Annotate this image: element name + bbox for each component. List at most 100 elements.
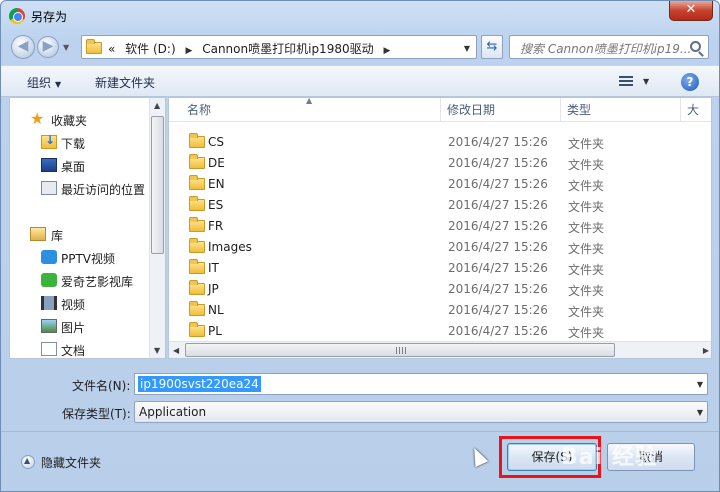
filename-value: ip1900svst220ea24: [138, 376, 261, 392]
recent-pages-dropdown-icon[interactable]: ▼: [63, 43, 69, 52]
table-row[interactable]: JP 2016/4/27 15:26 文件夹: [169, 278, 711, 299]
breadcrumb: « 软件 (D:) ▶ Cannon喷墨打印机ip1980驱动 ▶: [108, 40, 396, 57]
file-type: 文件夹: [568, 137, 605, 151]
star-icon: ★: [30, 109, 45, 128]
search-icon[interactable]: [690, 41, 701, 52]
sidebar-item-label: PPTV视频: [61, 252, 116, 266]
file-type: 文件夹: [568, 221, 605, 235]
file-date: 2016/4/27 15:26: [448, 324, 548, 338]
column-date-modified[interactable]: 修改日期: [441, 98, 561, 122]
footer-divider: [1, 431, 719, 432]
title-bar[interactable]: 另存为 ✕: [1, 1, 719, 31]
file-date: 2016/4/27 15:26: [448, 177, 548, 191]
filetype-label: 保存类型(T):: [62, 407, 131, 421]
breadcrumb-folder[interactable]: Cannon喷墨打印机ip1980驱动: [202, 42, 373, 56]
watermark: Bai 经验: [561, 445, 658, 470]
scrollbar-thumb[interactable]: [185, 343, 615, 357]
new-folder-button[interactable]: 新建文件夹: [95, 74, 155, 91]
view-dropdown-icon[interactable]: ▼: [643, 77, 649, 86]
table-row[interactable]: Images 2016/4/27 15:26 文件夹: [169, 236, 711, 257]
folder-icon: [189, 238, 205, 253]
table-row[interactable]: FR 2016/4/27 15:26 文件夹: [169, 215, 711, 236]
refresh-icon: ⇆: [486, 39, 498, 54]
sidebar-item-label: 视频: [61, 298, 86, 312]
file-name: CS: [208, 135, 224, 149]
help-icon[interactable]: ?: [681, 73, 699, 91]
documents-icon: [41, 342, 57, 356]
file-date: 2016/4/27 15:26: [448, 261, 548, 275]
table-row[interactable]: PL 2016/4/27 15:26 文件夹: [169, 320, 711, 341]
sidebar-item-label: 桌面: [61, 160, 86, 174]
file-type: 文件夹: [568, 305, 605, 319]
table-row[interactable]: NL 2016/4/27 15:26 文件夹: [169, 299, 711, 320]
scrollbar-thumb[interactable]: [151, 116, 164, 254]
search-placeholder: 搜索 Cannon喷墨打印机ip19...: [520, 42, 692, 56]
forward-button[interactable]: ▶: [37, 36, 59, 58]
table-row[interactable]: ES 2016/4/27 15:26 文件夹: [169, 194, 711, 215]
search-input[interactable]: 搜索 Cannon喷墨打印机ip19...: [509, 35, 709, 59]
file-date: 2016/4/27 15:26: [448, 219, 548, 233]
file-name: IT: [208, 261, 219, 275]
table-row[interactable]: CS 2016/4/27 15:26 文件夹: [169, 131, 711, 152]
file-type: 文件夹: [568, 326, 605, 340]
table-row[interactable]: IT 2016/4/27 15:26 文件夹: [169, 257, 711, 278]
organize-menu[interactable]: 组织 ▼: [27, 74, 61, 91]
scroll-right-icon[interactable]: ▶: [703, 346, 709, 355]
column-size[interactable]: 大: [681, 98, 711, 122]
file-name: JP: [208, 282, 219, 296]
sidebar-item-label: 最近访问的位置: [61, 183, 146, 197]
pictures-icon: [41, 319, 57, 333]
file-date: 2016/4/27 15:26: [448, 198, 548, 212]
back-button[interactable]: ◀: [11, 35, 35, 59]
refresh-button[interactable]: ⇆: [481, 35, 503, 59]
folder-icon: [189, 322, 205, 337]
breadcrumb-separator-icon[interactable]: ▶: [383, 46, 390, 56]
chevron-down-icon: ▼: [55, 80, 62, 89]
scroll-up-icon[interactable]: ▲: [154, 101, 160, 110]
filename-field[interactable]: ip1900svst220ea24 ▼: [134, 373, 708, 395]
scroll-left-icon[interactable]: ◀: [173, 346, 179, 355]
column-type[interactable]: 类型: [561, 98, 681, 122]
column-name[interactable]: 名称: [181, 98, 441, 122]
file-type: 文件夹: [568, 242, 605, 256]
file-date: 2016/4/27 15:26: [448, 240, 548, 254]
file-date: 2016/4/27 15:26: [448, 282, 548, 296]
file-name: DE: [208, 156, 225, 170]
address-dropdown-icon[interactable]: ▼: [464, 44, 470, 53]
command-toolbar: 组织 ▼ 新建文件夹 ▼ ?: [1, 65, 719, 97]
file-type: 文件夹: [568, 263, 605, 277]
file-type: 文件夹: [568, 179, 605, 193]
pptv-icon: [41, 250, 57, 264]
sidebar-libraries-label: 库: [51, 229, 64, 243]
horizontal-scrollbar[interactable]: ◀ ▶: [169, 341, 711, 358]
navigation-pane-scrollbar[interactable]: ▲ ▼: [149, 97, 166, 359]
file-date: 2016/4/27 15:26: [448, 135, 548, 149]
scroll-down-icon[interactable]: ▼: [154, 346, 160, 355]
file-name: EN: [208, 177, 225, 191]
download-folder-icon: [41, 133, 57, 149]
file-type: 文件夹: [568, 284, 605, 298]
breadcrumb-separator-icon[interactable]: ▶: [185, 46, 192, 56]
close-button[interactable]: ✕: [669, 1, 713, 21]
table-row[interactable]: EN 2016/4/27 15:26 文件夹: [169, 173, 711, 194]
window-title: 另存为: [31, 10, 68, 24]
breadcrumb-drive[interactable]: 软件 (D:): [125, 42, 175, 56]
chrome-icon: [9, 8, 25, 24]
filetype-select[interactable]: Application ▼: [134, 401, 708, 423]
table-row[interactable]: DE 2016/4/27 15:26 文件夹: [169, 152, 711, 173]
file-name: NL: [208, 303, 224, 317]
folder-icon: [189, 133, 205, 148]
folder-icon: [189, 280, 205, 295]
filename-dropdown-icon[interactable]: ▼: [697, 380, 703, 389]
breadcrumb-overflow[interactable]: «: [108, 42, 115, 56]
navigation-pane: ★ 收藏夹 下载 桌面 最近访问的位置 库 PPTV视频 爱奇艺影视库: [9, 97, 165, 359]
filename-label: 文件名(N):: [72, 379, 131, 393]
address-bar[interactable]: « 软件 (D:) ▶ Cannon喷墨打印机ip1980驱动 ▶ ▼: [81, 35, 477, 59]
folder-icon: [189, 217, 205, 232]
folder-icon: [189, 175, 205, 190]
file-date: 2016/4/27 15:26: [448, 156, 548, 170]
view-options-icon[interactable]: [619, 76, 633, 88]
column-header: ▲ 名称 修改日期 类型 大: [169, 98, 711, 122]
file-type: 文件夹: [568, 158, 605, 172]
folder-icon: [86, 39, 102, 54]
